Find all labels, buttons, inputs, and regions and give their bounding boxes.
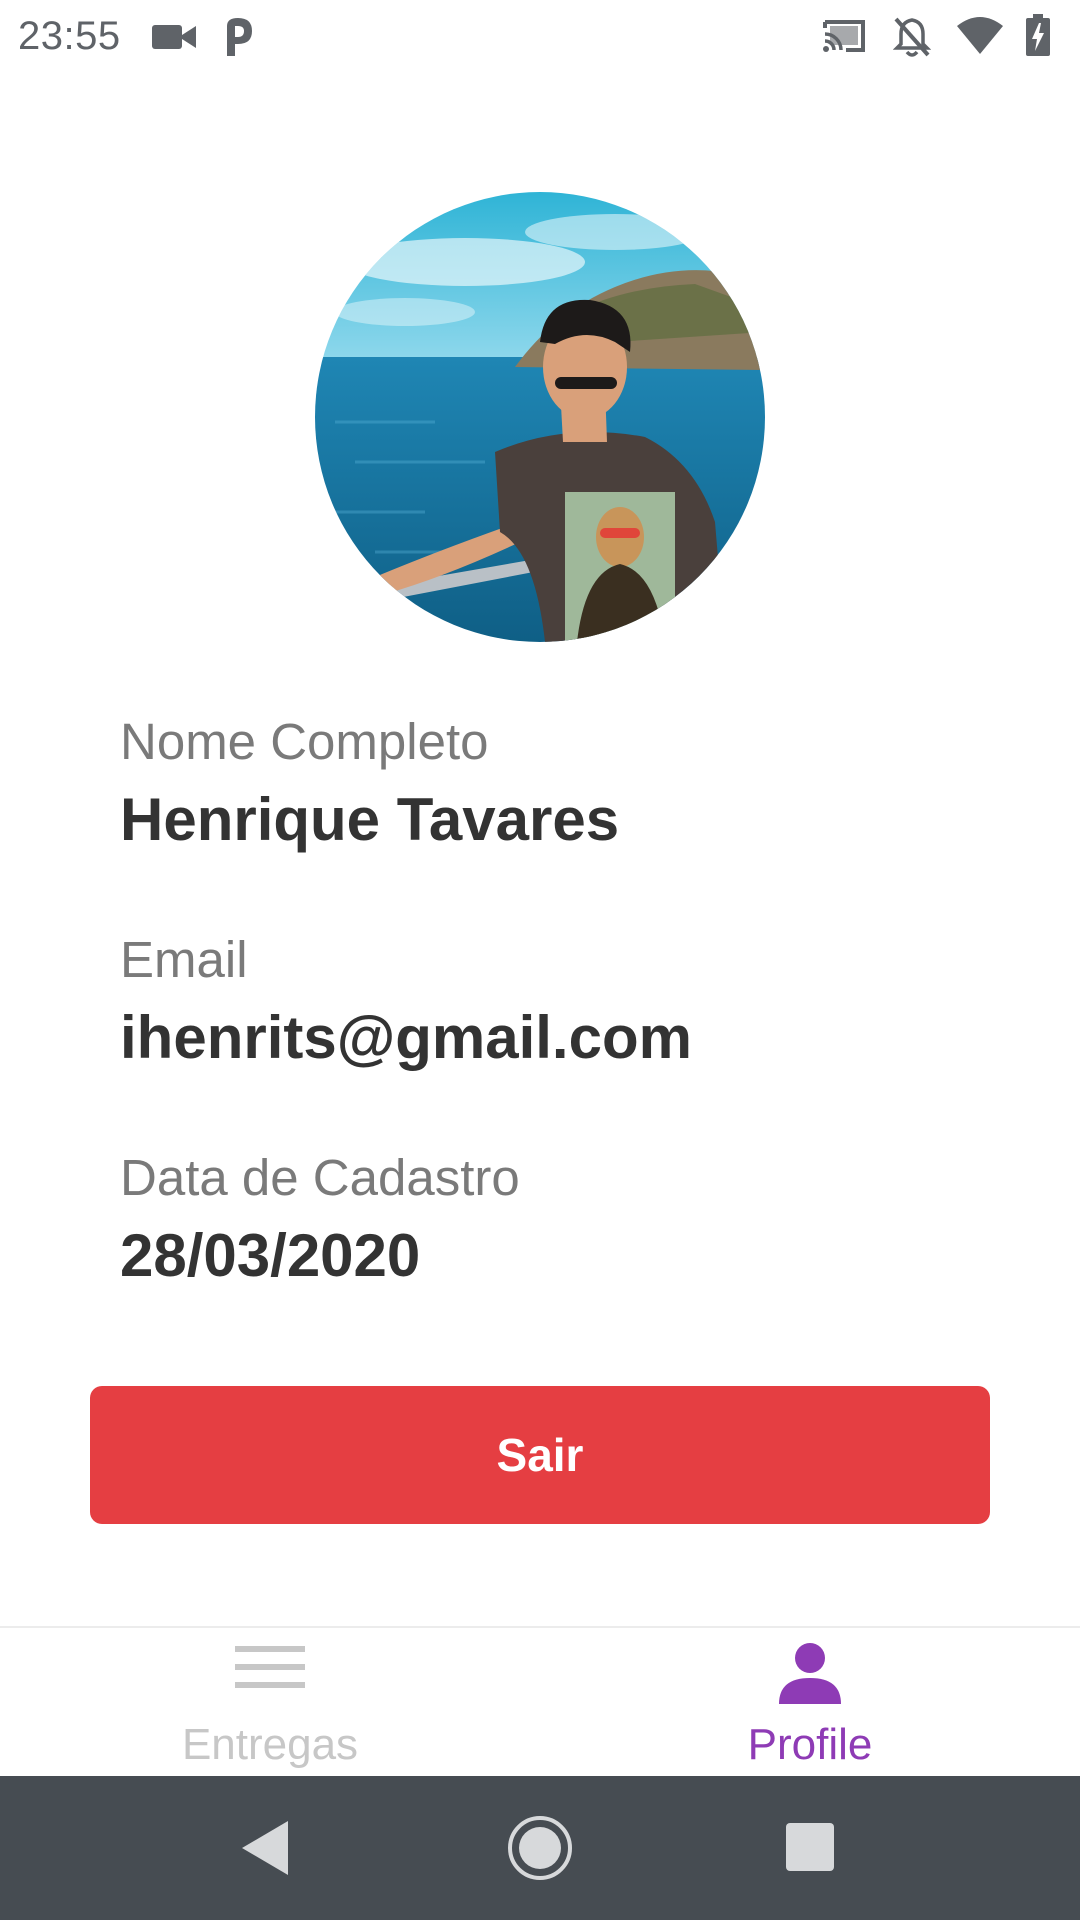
signup-date-value: 28/03/2020 xyxy=(120,1222,421,1289)
tab-profile-label: Profile xyxy=(747,1720,873,1769)
back-icon[interactable] xyxy=(240,1821,290,1880)
tab-entregas-label: Entregas xyxy=(181,1720,359,1769)
profile-avatar xyxy=(315,192,765,642)
system-navigation-bar xyxy=(0,1776,1080,1920)
battery-charging-icon xyxy=(1026,14,1050,61)
email-value: ihenrits@gmail.com xyxy=(120,1004,692,1071)
wifi-icon xyxy=(957,16,1003,59)
status-time: 23:55 xyxy=(18,14,121,58)
full-name-value: Henrique Tavares xyxy=(120,786,620,853)
person-icon xyxy=(777,1642,843,1709)
bottom-tab-bar: Entregas Profile xyxy=(0,1626,1080,1776)
profile-screen: 23:55 Nome Completo Henrique Tavares Ema… xyxy=(0,0,1080,1920)
email-label: Email xyxy=(120,931,248,988)
tab-profile[interactable]: Profile xyxy=(540,1628,1080,1778)
home-icon[interactable] xyxy=(506,1814,574,1887)
cast-icon xyxy=(822,18,866,59)
full-name-label: Nome Completo xyxy=(120,713,489,770)
menu-icon xyxy=(235,1642,305,1697)
signup-date-label: Data de Cadastro xyxy=(120,1149,520,1206)
recents-icon[interactable] xyxy=(786,1823,834,1876)
p-icon xyxy=(222,16,254,61)
tab-entregas[interactable]: Entregas xyxy=(0,1628,540,1778)
logout-button[interactable]: Sair xyxy=(90,1386,990,1524)
status-bar: 23:55 xyxy=(0,0,1080,75)
video-camera-icon xyxy=(152,22,196,57)
notifications-off-icon xyxy=(892,16,932,63)
